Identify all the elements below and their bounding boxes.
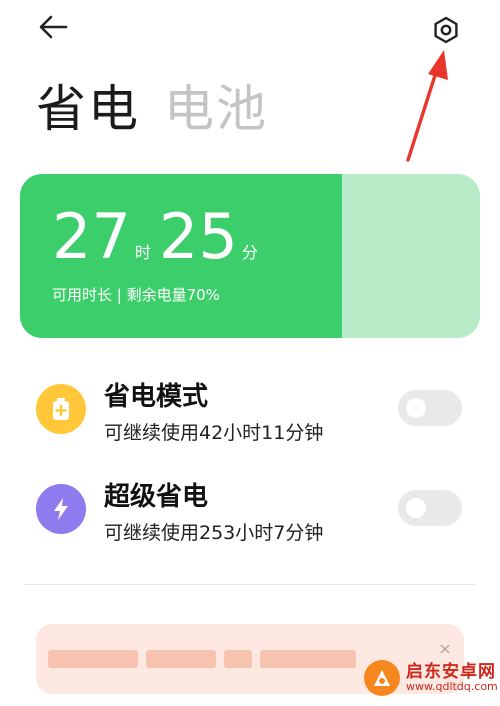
divider: [24, 584, 476, 585]
battery-subtitle: 可用时长 | 剩余电量70%: [52, 286, 220, 304]
watermark-url: www.qdltdq.com: [406, 680, 498, 694]
annotation-arrow: [406, 50, 448, 162]
toggle-knob: [406, 498, 426, 518]
settings-button[interactable]: [426, 10, 466, 50]
mode-subtitle: 可继续使用253小时7分钟: [104, 522, 324, 544]
mode-subtitle: 可继续使用42小时11分钟: [104, 422, 324, 444]
gear-icon: [434, 16, 458, 44]
toggle-knob: [406, 398, 426, 418]
battery-card: 27 时 25 分 可用时长 | 剩余电量70%: [20, 174, 480, 338]
battery-plus-icon: [36, 384, 86, 434]
tab-battery[interactable]: 电池: [164, 74, 268, 144]
minutes-value: 25: [158, 200, 238, 273]
blurred-text: [146, 650, 216, 668]
power-saving-mode-row[interactable]: 省电模式 可继续使用42小时11分钟: [36, 370, 466, 450]
blurred-text: [48, 650, 138, 668]
blurred-text: [224, 650, 252, 668]
minutes-unit: 分: [241, 243, 258, 262]
power-saving-toggle[interactable]: [398, 390, 462, 426]
mode-title: 超级省电: [104, 482, 209, 512]
ultra-power-saving-toggle[interactable]: [398, 490, 462, 526]
hours-unit: 时: [134, 243, 151, 262]
watermark-title: 启东安卓网: [406, 661, 496, 682]
watermark: 启东安卓网 www.qdltdq.com: [364, 660, 498, 696]
arrow-left-icon: [39, 15, 68, 39]
watermark-logo-icon: [364, 660, 400, 696]
close-icon[interactable]: [440, 644, 450, 654]
lightning-icon: [36, 484, 86, 534]
remaining-time: 27 时 25 分: [52, 202, 266, 272]
hours-value: 27: [52, 200, 131, 273]
mode-title: 省电模式: [104, 382, 209, 412]
tab-bar: 省电 电池: [36, 74, 268, 144]
ultra-power-saving-row[interactable]: 超级省电 可继续使用253小时7分钟: [36, 470, 466, 550]
blurred-text: [260, 650, 356, 668]
tab-power-saving[interactable]: 省电: [36, 74, 140, 144]
back-button[interactable]: [36, 12, 72, 42]
